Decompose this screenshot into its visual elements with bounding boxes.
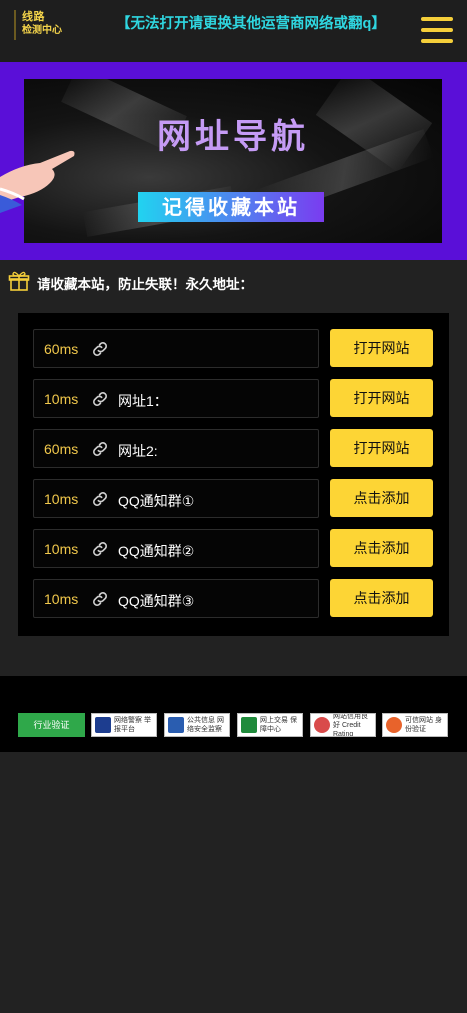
footer: 行业验证 网络警察 举报平台 公共信息 网络安全监察 网上交易 保障中心 网站信… xyxy=(0,676,467,752)
add-group-button[interactable]: 点击添加 xyxy=(330,479,433,517)
list-item: 60ms 网址2: 打开网站 xyxy=(33,429,434,468)
list-item: 10ms QQ通知群② 点击添加 xyxy=(33,529,434,568)
trust-icon xyxy=(386,717,402,733)
address-field[interactable]: 60ms xyxy=(33,329,319,368)
open-site-button[interactable]: 打开网站 xyxy=(330,379,433,417)
latency-text: 10ms xyxy=(44,591,79,607)
address-field[interactable]: 10ms QQ通知群② xyxy=(33,529,319,568)
address-label: 网址2: xyxy=(118,443,158,459)
notice-text: 【无法打开请更换其他运营商网络或翻q】 xyxy=(116,16,386,32)
credit-rating-badge[interactable]: 网站信用良好 Credit Rating xyxy=(310,713,376,737)
address-label: QQ通知群① xyxy=(118,493,195,509)
latency-text: 10ms xyxy=(44,391,79,407)
gift-icon xyxy=(8,271,30,291)
trusted-site-badge[interactable]: 可信网站 身份验证 xyxy=(382,713,448,737)
address-label: 网址1： xyxy=(118,393,168,409)
address-label: QQ通知群③ xyxy=(118,593,195,609)
menu-icon xyxy=(421,17,453,43)
address-field[interactable]: 60ms 网址2: xyxy=(33,429,319,468)
industry-verify-badge[interactable]: 行业验证 xyxy=(18,713,85,737)
latency-text: 10ms xyxy=(44,541,79,557)
address-label: QQ通知群② xyxy=(118,543,195,559)
link-icon xyxy=(93,492,107,506)
banner: 网址导航 记得收藏本站 xyxy=(0,62,467,260)
link-icon xyxy=(93,542,107,556)
open-site-button[interactable]: 打开网站 xyxy=(330,429,433,467)
seal-icon xyxy=(314,717,330,733)
address-field[interactable]: 10ms QQ通知群① xyxy=(33,479,319,518)
banner-title: 网址导航 xyxy=(157,117,309,157)
hand-icon xyxy=(0,150,75,213)
latency-text: 60ms xyxy=(44,441,79,457)
list-item: 10ms QQ通知群① 点击添加 xyxy=(33,479,434,518)
banner-image: 网址导航 记得收藏本站 xyxy=(24,79,442,243)
link-icon xyxy=(93,592,107,606)
link-icon xyxy=(93,442,107,456)
address-field[interactable]: 10ms QQ通知群③ xyxy=(33,579,319,618)
latency-text: 10ms xyxy=(44,491,79,507)
police-icon xyxy=(95,717,111,733)
cyber-police-badge[interactable]: 网络警察 举报平台 xyxy=(91,713,157,737)
link-icon xyxy=(93,342,107,356)
shield-icon xyxy=(168,717,184,733)
logo[interactable]: 线路 检测中心 xyxy=(14,10,74,40)
banner-subtitle: 记得收藏本站 xyxy=(138,192,324,222)
add-group-button[interactable]: 点击添加 xyxy=(330,529,433,567)
network-security-badge[interactable]: 公共信息 网络安全监察 xyxy=(164,713,230,737)
list-item: 60ms 打开网站 xyxy=(33,329,434,368)
link-icon xyxy=(93,392,107,406)
header: 线路 检测中心 【无法打开请更换其他运营商网络或翻q】 xyxy=(0,0,467,62)
menu-button[interactable] xyxy=(421,17,453,47)
list-item: 10ms 网址1： 打开网站 xyxy=(33,379,434,418)
logo-line1: 线路 xyxy=(22,11,45,23)
trade-guarantee-badge[interactable]: 网上交易 保障中心 xyxy=(237,713,303,737)
shield-icon xyxy=(241,717,257,733)
logo-line2: 检测中心 xyxy=(22,25,62,36)
add-group-button[interactable]: 点击添加 xyxy=(330,579,433,617)
open-site-button[interactable]: 打开网站 xyxy=(330,329,433,367)
tip-text: 请收藏本站，防止失联！永久地址： xyxy=(37,277,253,292)
list-item: 10ms QQ通知群③ 点击添加 xyxy=(33,579,434,618)
address-list: 60ms 打开网站 10ms 网址1： 打开网站 60ms 网址2: 打开网站 … xyxy=(18,313,449,636)
latency-text: 60ms xyxy=(44,341,79,357)
address-field[interactable]: 10ms 网址1： xyxy=(33,379,319,418)
